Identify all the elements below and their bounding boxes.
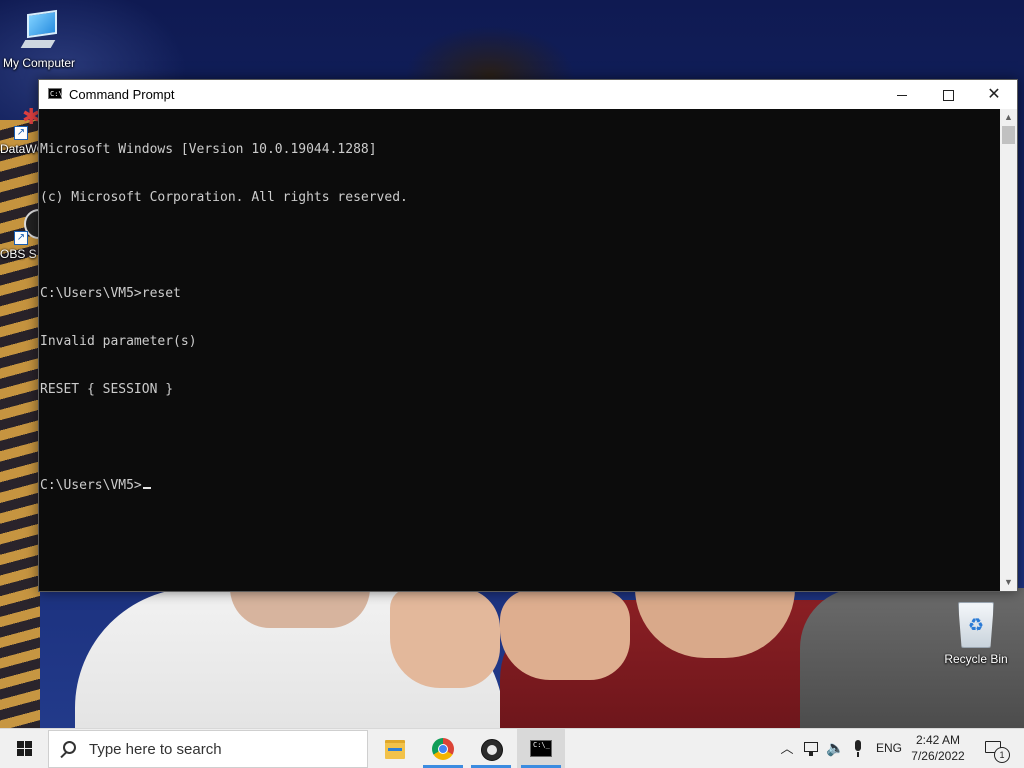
close-button[interactable]: ✕ xyxy=(971,80,1017,109)
scroll-thumb[interactable] xyxy=(1002,126,1015,144)
wallpaper-figure-neck xyxy=(230,588,370,628)
minimize-icon xyxy=(897,94,907,96)
search-placeholder: Type here to search xyxy=(89,741,222,758)
network-button[interactable] xyxy=(802,729,820,768)
text-cursor xyxy=(142,487,151,489)
desktop-icon-label: OBS S xyxy=(0,247,37,261)
maximize-button[interactable] xyxy=(925,80,971,109)
speaker-icon: 🔈 xyxy=(826,740,845,757)
obs-shortcut-icon: ↗ xyxy=(8,205,54,245)
taskbar-app-chrome[interactable] xyxy=(419,729,467,768)
desktop-icon-label: My Computer xyxy=(2,56,76,70)
window-title: Command Prompt xyxy=(69,87,175,102)
desktop-icon-label: Recycle Bin xyxy=(944,652,1008,666)
chrome-icon xyxy=(432,738,454,760)
taskbar-search-box[interactable]: Type here to search xyxy=(48,730,368,768)
command-prompt-window[interactable]: C:\ Command Prompt ✕ Microsoft Windows [… xyxy=(38,79,1018,592)
desktop-icon-my-computer[interactable]: My Computer xyxy=(1,8,77,70)
datawc-shortcut-icon: ✱ ↗ xyxy=(8,100,40,140)
windows-logo-icon xyxy=(17,741,33,757)
console-prompt-line[interactable]: C:\Users\VM5> xyxy=(40,478,999,494)
start-button[interactable] xyxy=(0,729,48,768)
desktop-icon-datawc[interactable]: ✱ ↗ DataWC xyxy=(0,100,46,156)
console-line: Microsoft Windows [Version 10.0.19044.12… xyxy=(40,142,377,157)
recycle-bin-icon: ♻ xyxy=(958,602,994,648)
console-line: RESET { SESSION } xyxy=(40,382,174,397)
console-output[interactable]: Microsoft Windows [Version 10.0.19044.12… xyxy=(39,109,999,591)
search-icon xyxy=(63,741,76,754)
notification-count-badge: 1 xyxy=(994,747,1010,763)
taskbar: Type here to search C:\_ ︿ 🔈 ENG 2:42 AM… xyxy=(0,728,1024,768)
notification-center-button[interactable]: 1 xyxy=(980,729,1016,768)
console-line: Invalid parameter(s) xyxy=(40,334,197,349)
scroll-down-arrow-icon[interactable]: ▼ xyxy=(1000,574,1017,591)
clock-date: 7/26/2022 xyxy=(911,749,965,763)
desktop-icon-obs[interactable]: ↗ OBS S xyxy=(0,205,54,261)
obs-icon xyxy=(481,739,503,761)
desktop-icon-label: DataWC xyxy=(0,142,46,156)
input-language-button[interactable]: ENG xyxy=(876,729,902,768)
maximize-icon xyxy=(942,89,954,101)
wallpaper-hand-left xyxy=(390,588,500,688)
minimize-button[interactable] xyxy=(879,80,925,109)
network-icon xyxy=(804,742,818,756)
microphone-icon xyxy=(855,740,861,757)
show-hidden-icons-button[interactable]: ︿ xyxy=(780,729,794,768)
wallpaper-hand-right xyxy=(500,590,630,680)
taskbar-app-obs[interactable] xyxy=(467,729,515,768)
volume-button[interactable]: 🔈 xyxy=(826,729,845,768)
taskbar-clock[interactable]: 2:42 AM 7/26/2022 xyxy=(905,732,971,764)
console-prompt: C:\Users\VM5> xyxy=(40,478,142,493)
desktop-icon-recycle-bin[interactable]: ♻ Recycle Bin xyxy=(936,602,1016,666)
file-explorer-icon xyxy=(385,740,405,759)
microphone-button[interactable] xyxy=(851,729,865,768)
taskbar-app-command-prompt[interactable]: C:\_ xyxy=(517,729,565,768)
vertical-scrollbar[interactable]: ▲ ▼ xyxy=(1000,109,1017,591)
close-icon: ✕ xyxy=(987,86,1001,103)
chevron-up-icon: ︿ xyxy=(780,741,794,756)
clock-time: 2:42 AM xyxy=(915,733,961,747)
cmd-app-icon: C:\ xyxy=(48,88,63,99)
computer-icon xyxy=(19,8,59,54)
console-line: C:\Users\VM5>reset xyxy=(40,286,181,301)
scroll-up-arrow-icon[interactable]: ▲ xyxy=(1000,109,1017,126)
cmd-icon: C:\_ xyxy=(530,740,552,757)
console-line: (c) Microsoft Corporation. All rights re… xyxy=(40,190,408,205)
window-titlebar[interactable]: C:\ Command Prompt ✕ xyxy=(39,80,1017,109)
taskbar-app-file-explorer[interactable] xyxy=(371,729,419,768)
